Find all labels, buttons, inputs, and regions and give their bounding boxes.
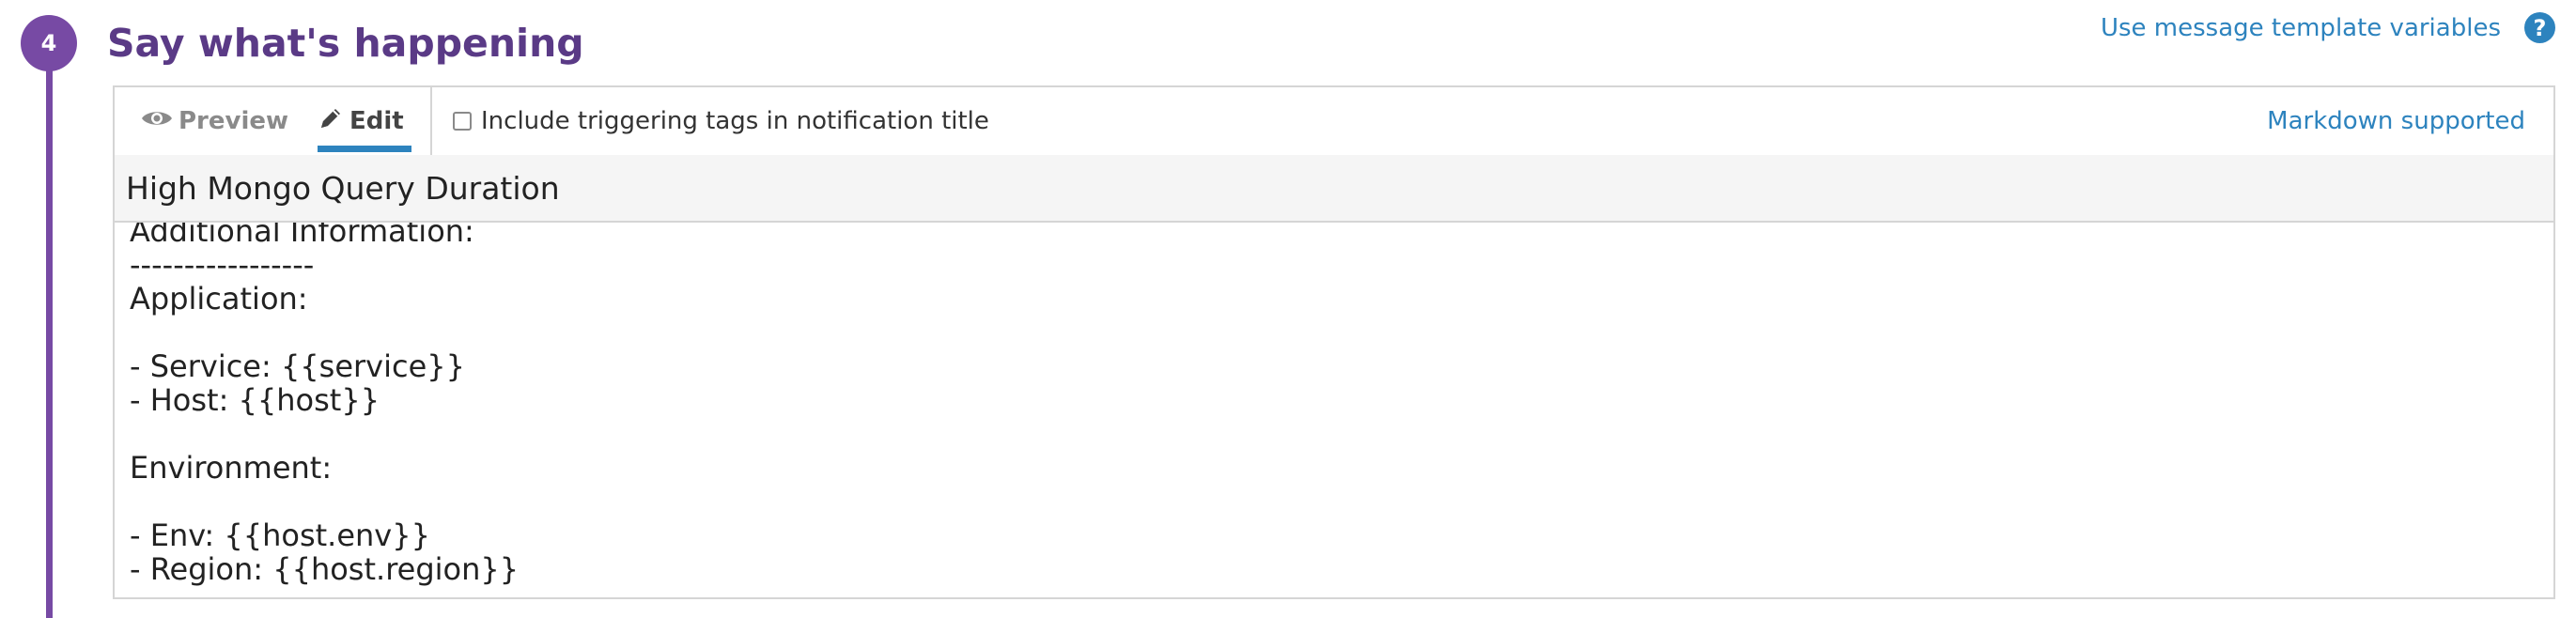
message-body-line: [130, 316, 519, 349]
pencil-icon: [318, 105, 344, 138]
message-body-textarea[interactable]: Additional Information: -----------------…: [115, 223, 2553, 597]
message-body-line: Environment:: [130, 450, 333, 486]
message-body-line: [130, 485, 519, 518]
notification-title-input[interactable]: High Mongo Query Duration: [115, 155, 2553, 223]
message-body-line: -----------------: [130, 247, 315, 283]
message-body-line: - Host: {{host}}: [130, 382, 380, 418]
template-variables-link[interactable]: Use message template variables: [2101, 9, 2501, 47]
step-number-badge: 4: [21, 15, 77, 71]
include-tags-label: Include triggering tags in notification …: [481, 107, 989, 135]
tab-preview-label: Preview: [178, 107, 289, 135]
include-tags-option[interactable]: Include triggering tags in notification …: [453, 87, 989, 155]
message-body-line: - Region: {{host.region}}: [130, 551, 520, 587]
include-tags-checkbox[interactable]: [453, 112, 472, 131]
message-editor: Preview Edit Include triggering tags in …: [113, 85, 2555, 599]
tab-preview[interactable]: Preview: [141, 87, 288, 155]
toolbar-divider: [430, 87, 432, 155]
question-circle-icon[interactable]: ?: [2524, 12, 2555, 43]
editor-toolbar: Preview Edit Include triggering tags in …: [115, 87, 2553, 157]
step-progress-line: [46, 19, 53, 618]
section-title: Say what's happening: [107, 21, 584, 66]
monitor-message-section: 4 Say what's happening Use message templ…: [0, 0, 2576, 618]
message-body-line: - Env: {{host.env}}: [130, 518, 430, 553]
message-body-line: - Service: {{service}}: [130, 348, 465, 384]
eye-icon: [141, 107, 173, 135]
markdown-supported-link[interactable]: Markdown supported: [2267, 87, 2525, 155]
message-body-text: Additional Information: -----------------…: [130, 223, 519, 586]
tab-edit-label: Edit: [349, 107, 404, 135]
active-tab-indicator: [318, 146, 411, 152]
message-body-line: Additional Information:: [130, 223, 474, 249]
message-body-line: [130, 417, 519, 451]
message-body-line: Application:: [130, 281, 308, 317]
